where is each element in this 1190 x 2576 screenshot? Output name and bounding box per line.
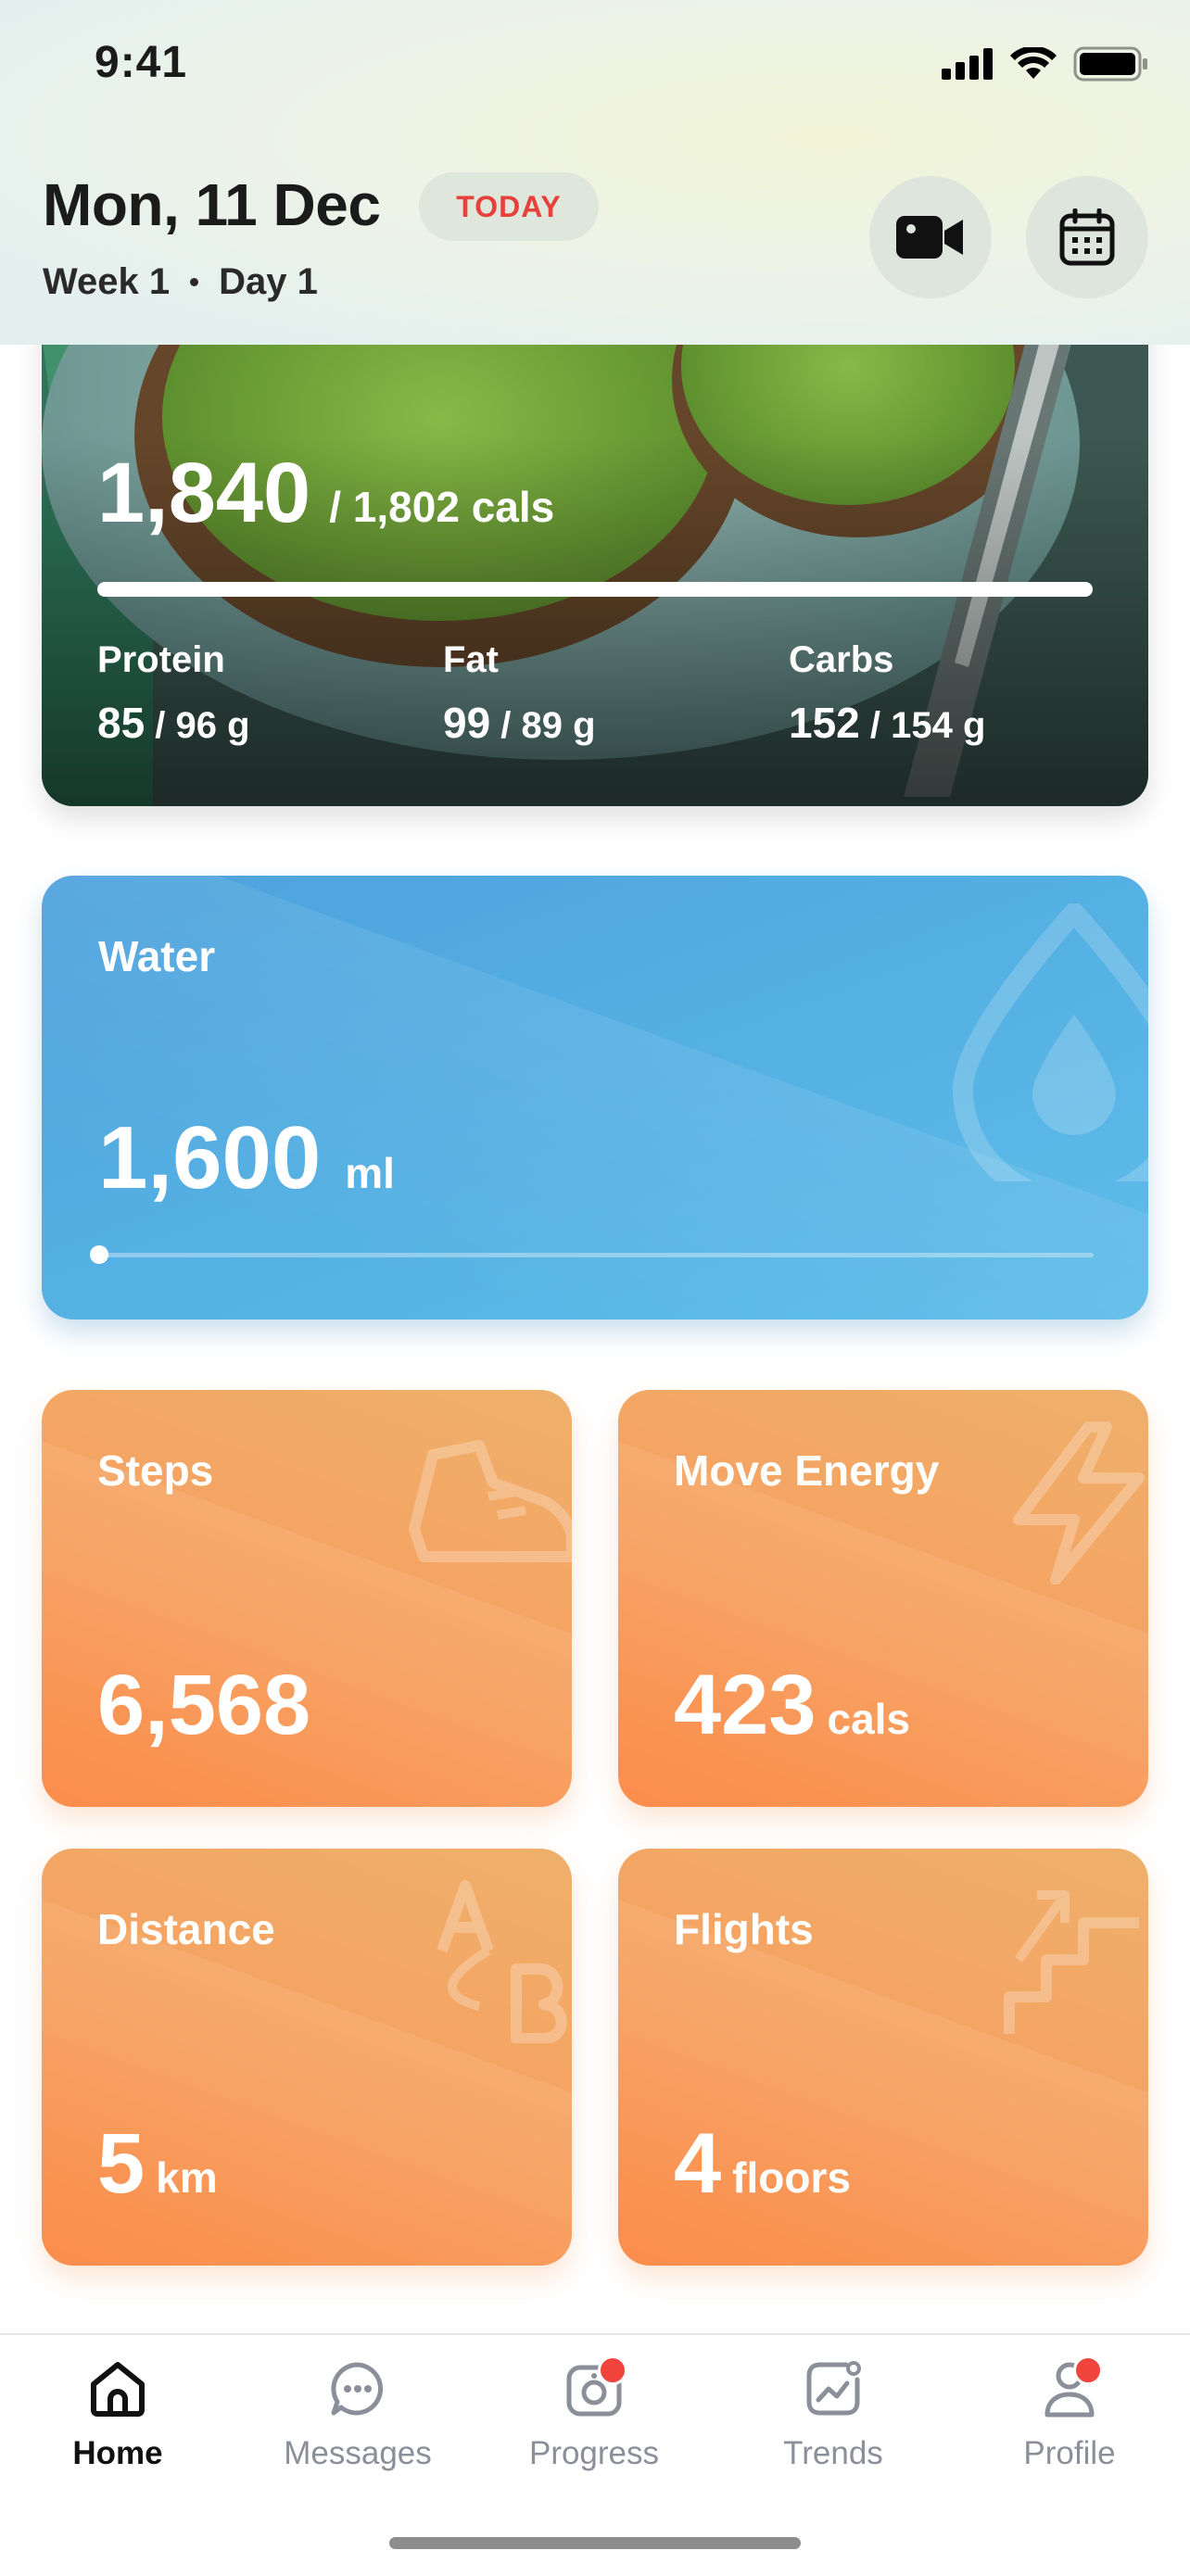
water-progress-knob[interactable] — [90, 1245, 108, 1264]
flights-amount: 4 floors — [674, 2115, 851, 2213]
tab-label: Home — [72, 2435, 163, 2471]
home-indicator — [389, 2537, 801, 2549]
tab-label: Messages — [284, 2435, 432, 2471]
flights-card[interactable]: Flights 4 floors — [618, 1849, 1148, 2266]
day-label: Day 1 — [219, 261, 318, 302]
tab-progress[interactable]: Progress — [492, 2355, 696, 2472]
flights-label: Flights — [674, 1905, 814, 1953]
flights-value: 4 — [674, 2116, 722, 2211]
page-title: Mon, 11 Dec — [43, 171, 381, 238]
distance-value: 5 — [97, 2116, 146, 2211]
stairs-icon — [1004, 1890, 1139, 2034]
notification-dot — [1073, 2355, 1103, 2385]
tab-label: Profile — [1023, 2435, 1116, 2471]
separator-dot — [190, 278, 199, 286]
tab-home[interactable]: Home — [16, 2355, 220, 2472]
tab-label: Progress — [528, 2435, 660, 2471]
lightning-icon — [1013, 1421, 1145, 1585]
wifi-icon — [1010, 47, 1057, 79]
macro-fat: Fat 99 / 89 g — [443, 639, 596, 748]
chat-icon — [331, 2362, 384, 2416]
calories-summary: 1,840 / 1,802 cals — [97, 445, 554, 542]
calories-progress-bar — [97, 582, 1093, 597]
video-camera-icon — [896, 216, 963, 259]
flights-unit: floors — [732, 2153, 851, 2202]
status-icons — [942, 46, 1149, 82]
move-energy-amount: 423 cals — [674, 1657, 910, 1754]
trends-icon — [806, 2361, 861, 2416]
move-energy-card[interactable]: Move Energy 423 cals — [618, 1390, 1148, 1807]
move-energy-label: Move Energy — [674, 1446, 940, 1495]
macro-label: Carbs — [789, 639, 894, 680]
move-energy-unit: cals — [827, 1695, 911, 1743]
calories-consumed: 1,840 — [97, 446, 311, 540]
home-icon — [91, 2362, 145, 2417]
battery-icon — [1073, 46, 1147, 82]
tab-label: Trends — [783, 2435, 883, 2471]
a-to-b-icon — [437, 1880, 567, 2043]
water-value: 1,600 — [98, 1108, 322, 1207]
water-amount: 1,600 ml — [98, 1107, 395, 1209]
distance-card[interactable]: Distance 5 km — [42, 1849, 572, 2266]
tab-profile[interactable]: Profile — [968, 2355, 1171, 2472]
water-progress-track — [90, 1245, 1094, 1264]
distance-label: Distance — [97, 1905, 275, 1953]
macro-carbs: Carbs 152 / 154 g — [789, 639, 985, 748]
macro-value: 99 / 89 g — [443, 699, 596, 747]
water-label: Water — [98, 932, 216, 980]
macro-label: Fat — [443, 639, 499, 680]
macro-protein: Protein 85 / 96 g — [97, 639, 250, 748]
water-card[interactable]: Water 1,600 ml — [42, 876, 1148, 1320]
header: 9:41 Mon, 11 Dec TODAY Week 1 Day 1 — [0, 0, 1190, 345]
week-label: Week 1 — [43, 261, 171, 302]
calendar-icon — [1059, 208, 1115, 266]
video-call-button[interactable] — [869, 176, 992, 298]
macro-label: Protein — [97, 639, 225, 680]
steps-amount: 6,568 — [97, 1657, 322, 1754]
steps-label: Steps — [97, 1446, 214, 1495]
status-time: 9:41 — [95, 38, 188, 87]
today-badge[interactable]: TODAY — [419, 172, 599, 241]
water-drop-icon — [952, 903, 1148, 1181]
macro-value: 85 / 96 g — [97, 699, 250, 747]
notification-dot — [598, 2355, 627, 2385]
cellular-signal-icon — [942, 48, 993, 80]
tab-messages[interactable]: Messages — [256, 2355, 460, 2472]
calories-target: / 1,802 cals — [329, 483, 555, 531]
move-energy-value: 423 — [674, 1658, 817, 1752]
calendar-button[interactable] — [1026, 176, 1148, 298]
calories-card[interactable]: 1,840 / 1,802 cals Protein 85 / 96 g Fat… — [42, 278, 1148, 806]
steps-card[interactable]: Steps 6,568 — [42, 1390, 572, 1807]
macro-value: 152 / 154 g — [789, 699, 986, 747]
steps-value: 6,568 — [97, 1658, 311, 1752]
week-day-label: Week 1 Day 1 — [43, 261, 318, 303]
distance-amount: 5 km — [97, 2115, 218, 2213]
tab-trends[interactable]: Trends — [731, 2355, 935, 2472]
distance-unit: km — [156, 2153, 218, 2202]
sneaker-icon — [409, 1440, 572, 1562]
water-unit: ml — [345, 1149, 395, 1197]
